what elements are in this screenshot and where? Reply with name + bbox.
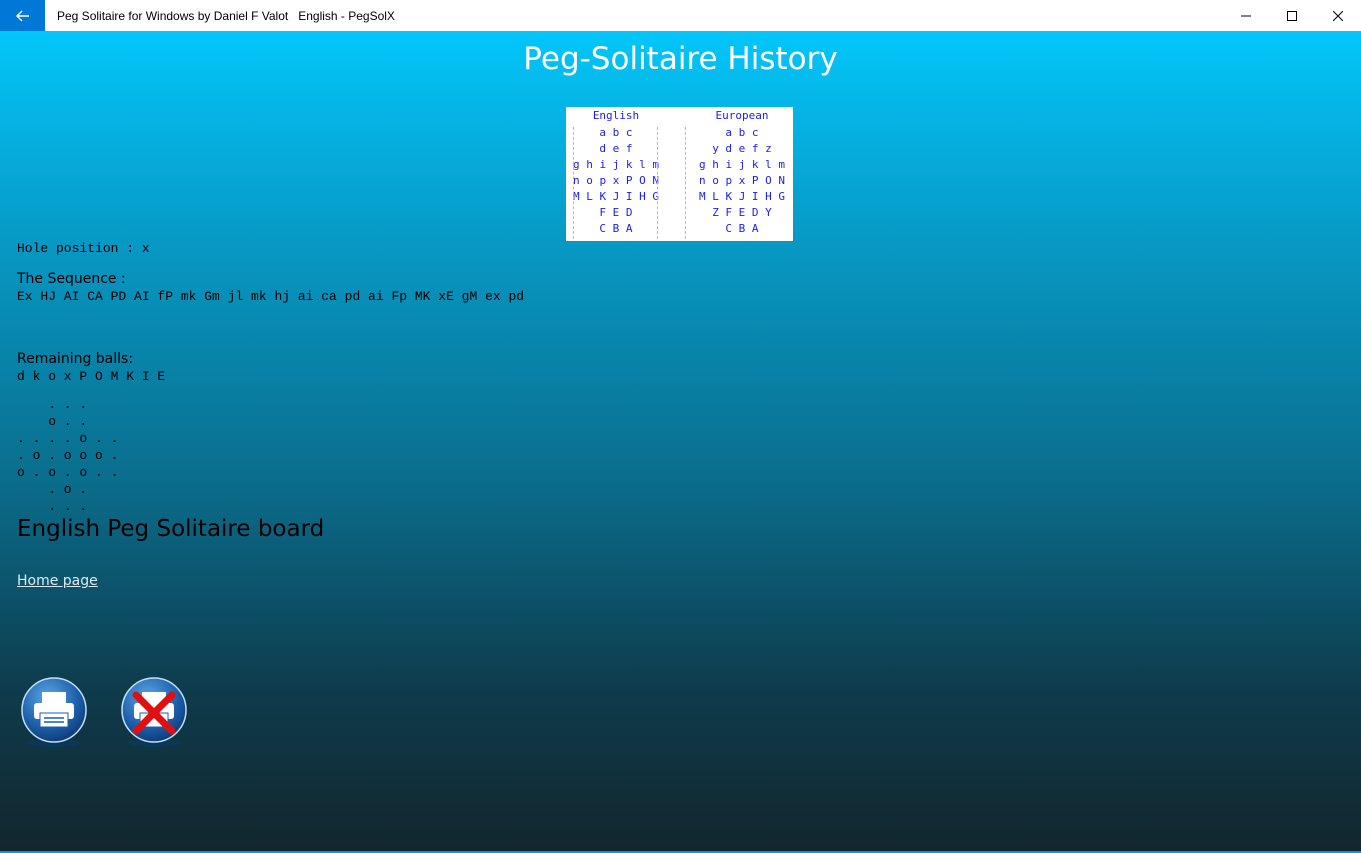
minimize-icon	[1241, 15, 1251, 16]
legend-row: n o p x P O N	[572, 174, 660, 187]
legend-row: F E D	[586, 206, 646, 219]
board-row: . o .	[17, 482, 88, 497]
legend-english: English a b c d e f g h i j k l m n o p …	[566, 107, 666, 237]
close-button[interactable]	[1315, 0, 1361, 31]
legend-european: European a b c y d e f z g h i j k l m n…	[692, 107, 792, 237]
printer-cancel-icon	[121, 677, 187, 747]
legend-row: M L K J I H G	[698, 190, 786, 203]
legend-divider	[685, 127, 686, 239]
legend-row: a b c	[586, 126, 646, 139]
legend-english-header: English	[592, 109, 640, 122]
remaining-label: Remaining balls:	[17, 351, 134, 367]
back-button[interactable]	[0, 0, 45, 31]
board-row: . . .	[17, 397, 88, 412]
legend-row: C B A	[712, 222, 772, 235]
board-row: o . .	[17, 414, 88, 429]
page-title: Peg-Solitaire History	[523, 41, 838, 77]
minimize-button[interactable]	[1223, 0, 1269, 31]
board-row: o . o . o . .	[17, 465, 119, 480]
title-bar: Peg Solitaire for Windows by Daniel F Va…	[0, 0, 1361, 31]
legend-row: g h i j k l m	[572, 158, 660, 171]
legend-row: Z F E D Y	[712, 206, 772, 219]
printer-icon	[21, 677, 87, 747]
maximize-button[interactable]	[1269, 0, 1315, 31]
sequence-label: The Sequence :	[17, 271, 126, 287]
legend-row: d e f	[586, 142, 646, 155]
legend-row: y d e f z	[712, 142, 772, 155]
arrow-left-icon	[15, 10, 29, 21]
sequence-value: Ex HJ AI CA PD AI fP mk Gm jl mk hj ai c…	[17, 289, 525, 304]
home-page-link[interactable]: Home page	[17, 573, 98, 589]
board-row: . . . . o . .	[17, 431, 119, 446]
main-content: Peg-Solitaire History English a b c d e …	[0, 31, 1361, 853]
legend-row: M L K J I H G	[572, 190, 660, 203]
board-row: . . .	[17, 499, 88, 514]
legend-row: a b c	[712, 126, 772, 139]
board-legend: English a b c d e f g h i j k l m n o p …	[566, 107, 793, 241]
legend-row: C B A	[586, 222, 646, 235]
board-row: . o . o o o .	[17, 448, 119, 463]
maximize-icon	[1287, 10, 1297, 21]
hole-position: Hole position : x	[17, 241, 150, 256]
legend-european-header: European	[715, 109, 769, 122]
legend-divider	[573, 127, 574, 239]
close-icon	[1333, 10, 1343, 21]
window-title: Peg Solitaire for Windows by Daniel F Va…	[57, 8, 395, 23]
print-button[interactable]	[20, 677, 88, 749]
board-title: English Peg Solitaire board	[17, 516, 325, 542]
legend-divider	[657, 127, 658, 239]
remaining-value: d k o x P O M K I E	[17, 369, 166, 384]
legend-row: n o p x P O N	[698, 174, 786, 187]
cancel-print-button[interactable]	[120, 677, 188, 749]
window-controls	[1223, 0, 1361, 31]
legend-row: g h i j k l m	[698, 158, 786, 171]
